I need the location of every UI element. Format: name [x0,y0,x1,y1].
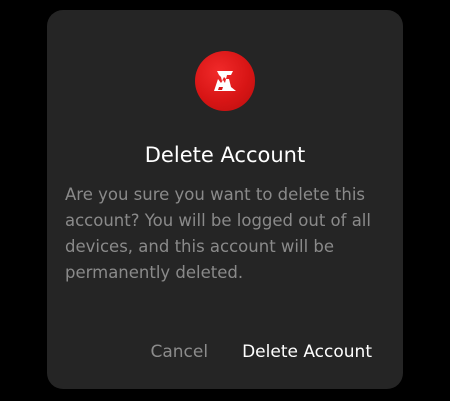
dialog-message: Are you sure you want to delete this acc… [65,185,371,282]
cancel-button[interactable]: Cancel [151,340,209,364]
dialog-title: Delete Account [144,143,306,167]
brand-logo-glyph [214,71,236,91]
dialog-actions: Cancel Delete Account [151,340,373,364]
delete-account-button[interactable]: Delete Account [242,340,372,364]
delete-account-dialog: Delete Account Are you sure you want to … [47,10,403,389]
brand-logo-icon [195,51,255,111]
